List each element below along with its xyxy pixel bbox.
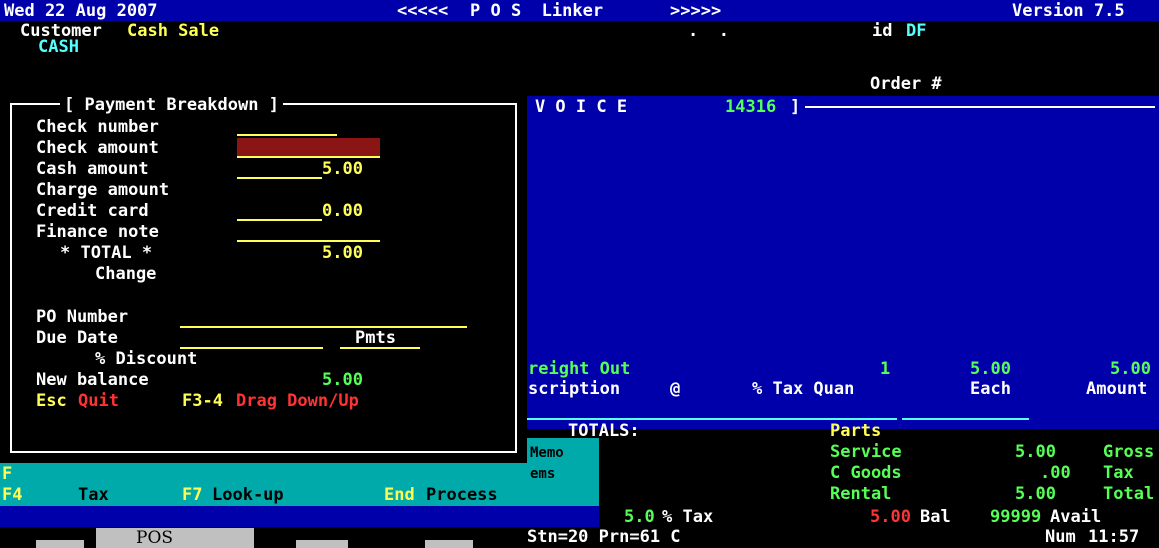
cash-amount-underline xyxy=(237,177,322,179)
line-item-each[interactable]: 5.00 xyxy=(970,360,1011,379)
new-balance-value: 5.00 xyxy=(322,370,363,390)
app-title: P O S Linker xyxy=(470,1,604,21)
balance-label: Bal xyxy=(920,507,951,527)
status-band xyxy=(0,506,599,527)
id-value: DF xyxy=(906,21,927,41)
c-goods-label: C Goods xyxy=(830,463,902,483)
discount-label: % Discount xyxy=(95,349,198,369)
tax-label: Tax xyxy=(1103,463,1134,483)
parts-label: Parts xyxy=(830,421,882,441)
rental-label: Rental xyxy=(830,484,892,504)
esc-key[interactable]: Esc xyxy=(36,392,67,411)
total-value: 5.00 xyxy=(1015,484,1056,504)
total-label: Total xyxy=(1103,484,1155,504)
totals-rule-left xyxy=(527,418,897,420)
finance-note-field[interactable] xyxy=(237,240,380,242)
new-balance-label: New balance xyxy=(36,370,149,390)
pmts-label: Pmts xyxy=(355,328,396,348)
column-each: Each xyxy=(970,379,1011,399)
check-number-label: Check number xyxy=(36,117,159,137)
service-label: Service xyxy=(830,442,902,462)
pmts-field[interactable] xyxy=(340,347,420,349)
taskbar-slot[interactable] xyxy=(296,540,348,548)
memo-label[interactable]: Memo xyxy=(530,444,564,463)
station-info: Stn=20 Prn=61 C xyxy=(527,527,681,547)
process-action[interactable]: Process xyxy=(426,486,498,505)
items-label[interactable]: ems xyxy=(530,465,555,484)
total-label-panel: * TOTAL * xyxy=(60,243,153,263)
due-date-label: Due Date xyxy=(36,328,118,348)
po-number-label: PO Number xyxy=(36,307,129,327)
credit-card-underline xyxy=(237,219,322,221)
tax-rate-label: % Tax xyxy=(662,507,714,527)
gross-label: Gross xyxy=(1103,442,1155,462)
column-amount: Amount xyxy=(1086,379,1148,399)
check-amount-field[interactable] xyxy=(237,138,380,156)
change-label: Change xyxy=(95,264,157,284)
end-key[interactable]: End xyxy=(384,486,415,505)
cash-amount-label: Cash amount xyxy=(36,159,149,179)
tax-action[interactable]: Tax xyxy=(78,486,109,505)
line-item-amount[interactable]: 5.00 xyxy=(1110,360,1151,379)
column-tax-quan: % Tax Quan xyxy=(752,379,855,399)
payment-panel-title: [ Payment Breakdown ] xyxy=(60,96,283,115)
taskbar-slot[interactable] xyxy=(425,540,473,548)
avail-label: Avail xyxy=(1050,507,1102,527)
line-item-description[interactable]: reight Out xyxy=(528,360,630,379)
customer-code: CASH xyxy=(38,37,79,57)
version-label: Version 7.5 xyxy=(1012,1,1125,21)
check-amount-underline xyxy=(237,156,380,158)
f-key[interactable]: F xyxy=(2,465,12,484)
tax-rate-value: 5.0 xyxy=(624,507,655,527)
separator-dots: . . xyxy=(688,21,729,41)
credit-card-value[interactable]: 0.00 xyxy=(322,202,363,221)
check-number-field[interactable] xyxy=(237,134,337,136)
order-number-label: Order # xyxy=(870,74,942,94)
avail-value: 99999 xyxy=(990,507,1042,527)
arrows-left: <<<<< xyxy=(397,1,449,21)
lookup-action[interactable]: Look-up xyxy=(212,486,284,505)
column-description: scription xyxy=(528,379,621,399)
f4-key[interactable]: F4 xyxy=(2,486,22,505)
totals-rule-right xyxy=(902,418,1029,420)
drag-down-up-label[interactable]: Drag Down/Up xyxy=(236,392,359,411)
line-item-qty[interactable]: 1 xyxy=(880,360,890,379)
column-at: @ xyxy=(670,379,681,399)
arrows-right: >>>>> xyxy=(670,1,722,21)
customer-name[interactable]: Cash Sale xyxy=(127,22,219,41)
f7-key[interactable]: F7 xyxy=(182,486,202,505)
pos-tab[interactable] xyxy=(96,528,254,548)
finance-note-label: Finance note xyxy=(36,222,159,242)
invoice-title-rule xyxy=(805,106,1155,108)
id-label: id xyxy=(872,21,893,41)
cash-amount-value[interactable]: 5.00 xyxy=(322,160,363,179)
tax-value: .00 xyxy=(1040,463,1071,483)
due-date-field[interactable] xyxy=(180,347,323,349)
credit-card-label: Credit card xyxy=(36,201,149,221)
invoice-bracket: ] xyxy=(790,97,801,117)
clock: 11:57 xyxy=(1088,527,1140,547)
totals-label: TOTALS: xyxy=(568,421,640,441)
check-amount-label: Check amount xyxy=(36,138,159,158)
invoice-number: 14316 xyxy=(725,97,777,117)
f3-4-key[interactable]: F3-4 xyxy=(182,392,223,411)
gross-value: 5.00 xyxy=(1015,442,1056,462)
date-display: Wed 22 Aug 2007 xyxy=(4,1,158,21)
total-value-panel: 5.00 xyxy=(322,243,363,263)
pos-tab-label[interactable]: POS xyxy=(136,529,173,548)
charge-amount-label: Charge amount xyxy=(36,180,170,200)
num-lock-indicator: Num xyxy=(1045,527,1076,547)
quit-label[interactable]: Quit xyxy=(78,392,119,411)
po-number-field[interactable] xyxy=(180,326,467,328)
taskbar-slot[interactable] xyxy=(36,540,84,548)
balance-value: 5.00 xyxy=(870,507,911,527)
